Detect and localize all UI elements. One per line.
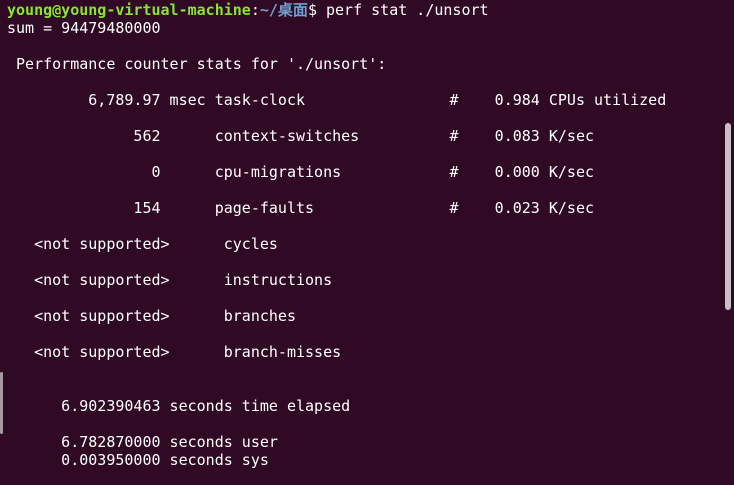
stat-line-task-clock: 6,789.97 msec task-clock # 0.984 CPUs ut… <box>7 91 667 109</box>
stat-line-branches: <not supported> branches <box>7 307 296 325</box>
stat-line-instructions: <not supported> instructions <box>7 271 333 289</box>
stats-header: Performance counter stats for './unsort'… <box>7 55 387 73</box>
time-user-line: 6.782870000 seconds user <box>7 433 278 451</box>
left-resize-handle[interactable] <box>0 372 3 434</box>
prompt-line: young@young-virtual-machine:~/桌面$ perf s… <box>7 1 489 19</box>
terminal-window[interactable]: young@young-virtual-machine:~/桌面$ perf s… <box>0 0 734 485</box>
stat-line-cpu-migrations: 0 cpu-migrations # 0.000 K/sec <box>7 163 594 181</box>
stat-line-cycles: <not supported> cycles <box>7 235 278 253</box>
prompt-path: ~/桌面 <box>259 1 308 19</box>
prompt-user-host: young@young-virtual-machine <box>7 1 251 19</box>
scrollbar-thumb[interactable] <box>725 123 731 310</box>
prompt-separator: : <box>250 1 260 19</box>
output-sum: sum = 94479480000 <box>7 19 161 37</box>
prompt-symbol: $ <box>307 1 326 19</box>
time-sys-line: 0.003950000 seconds sys <box>7 451 269 469</box>
stat-line-page-faults: 154 page-faults # 0.023 K/sec <box>7 199 594 217</box>
prompt-command: perf stat ./unsort <box>326 1 489 19</box>
stat-line-context-switches: 562 context-switches # 0.083 K/sec <box>7 127 594 145</box>
time-elapsed-line: 6.902390463 seconds time elapsed <box>7 397 351 415</box>
stat-line-branch-misses: <not supported> branch-misses <box>7 343 342 361</box>
vertical-scrollbar[interactable] <box>720 0 734 485</box>
